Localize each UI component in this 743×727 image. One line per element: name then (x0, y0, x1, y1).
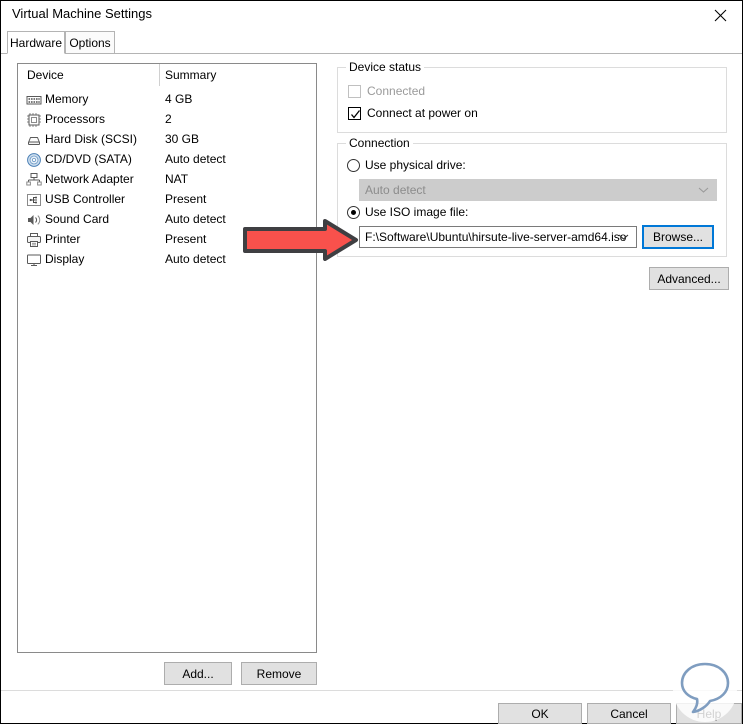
iso-path-value: F:\Software\Ubuntu\hirsute-live-server-a… (365, 230, 627, 244)
column-header-device: Device (27, 68, 64, 82)
physical-drive-select: Auto detect (359, 179, 717, 201)
device-summary: 4 GB (165, 92, 193, 106)
usb-controller-icon (26, 192, 42, 208)
table-row[interactable]: USB Controller Present (18, 190, 316, 210)
device-status-group: Device status Connected Connect at power… (337, 60, 727, 133)
checkbox-box (348, 84, 361, 98)
table-row[interactable]: Memory 4 GB (18, 90, 316, 110)
device-name: Printer (45, 232, 81, 246)
memory-icon (26, 92, 42, 108)
use-physical-drive-label: Use physical drive: (365, 158, 466, 172)
footer-separator (1, 690, 742, 691)
browse-button[interactable]: Browse... (642, 225, 714, 249)
tab-options[interactable]: Options (65, 31, 115, 54)
table-row[interactable]: Sound Card Auto detect (18, 210, 316, 230)
tab-hardware[interactable]: Hardware (7, 31, 65, 54)
table-row[interactable]: Processors 2 (18, 110, 316, 130)
tab-hardware-label: Hardware (9, 35, 63, 50)
table-row[interactable]: CD/DVD (SATA) Auto detect (18, 150, 316, 170)
connected-label: Connected (367, 84, 426, 98)
advanced-button-label: Advanced... (657, 271, 721, 286)
physical-drive-value: Auto detect (365, 183, 426, 197)
virtual-machine-settings-dialog: Virtual Machine Settings Hardware Option… (0, 0, 743, 724)
advanced-button[interactable]: Advanced... (649, 267, 729, 290)
help-button[interactable]: Help (676, 703, 742, 724)
remove-button-label: Remove (256, 666, 302, 681)
ok-button-label: OK (531, 706, 549, 721)
chevron-down-icon[interactable] (618, 234, 629, 241)
browse-button-label: Browse... (652, 230, 703, 244)
hard-disk-icon (26, 132, 42, 148)
device-summary: Auto detect (165, 152, 226, 166)
device-summary: NAT (165, 172, 189, 186)
device-name: USB Controller (45, 192, 126, 206)
remove-button[interactable]: Remove (241, 662, 317, 685)
device-name: Processors (45, 112, 106, 126)
device-status-title: Device status (346, 60, 425, 74)
printer-icon (26, 232, 42, 248)
use-physical-drive-radio[interactable]: Use physical drive: (347, 158, 466, 172)
window-title: Virtual Machine Settings (12, 6, 152, 21)
processor-icon (26, 112, 42, 128)
use-iso-image-label: Use ISO image file: (365, 205, 469, 219)
device-summary: Present (165, 192, 207, 206)
table-row[interactable]: Printer Present (18, 230, 316, 250)
device-summary: Auto detect (165, 252, 226, 266)
connection-title: Connection (346, 136, 413, 150)
add-button-label: Add... (182, 666, 214, 681)
table-row[interactable]: Display Auto detect (18, 250, 316, 270)
device-name: Hard Disk (SCSI) (45, 132, 138, 146)
device-name: Display (45, 252, 85, 266)
device-name: CD/DVD (SATA) (45, 152, 132, 166)
device-summary: Auto detect (165, 212, 226, 226)
title-bar: Virtual Machine Settings (1, 1, 742, 29)
checkbox-box (348, 106, 361, 120)
use-iso-image-radio[interactable]: Use ISO image file: (347, 205, 468, 219)
cd-dvd-icon (26, 152, 42, 168)
chevron-down-icon (698, 187, 709, 194)
table-row[interactable]: Network Adapter NAT (18, 170, 316, 190)
close-icon[interactable] (698, 1, 742, 29)
device-list-panel[interactable]: Device Summary Memory 4 GB Processors 2 … (17, 63, 317, 653)
device-name: Memory (45, 92, 89, 106)
ok-button[interactable]: OK (498, 703, 582, 724)
tab-strip: Hardware Options (1, 31, 742, 54)
cancel-button[interactable]: Cancel (587, 703, 671, 724)
radio-dot (351, 209, 356, 215)
table-row[interactable]: Hard Disk (SCSI) 30 GB (18, 130, 316, 150)
connected-checkbox: Connected (348, 84, 425, 98)
connect-at-power-on-checkbox[interactable]: Connect at power on (348, 106, 478, 120)
sound-card-icon (26, 212, 42, 228)
device-summary: 2 (165, 112, 172, 126)
device-summary: Present (165, 232, 207, 246)
tab-options-label: Options (69, 35, 111, 50)
help-button-label: Help (696, 706, 722, 721)
device-summary: 30 GB (165, 132, 200, 146)
cancel-button-label: Cancel (610, 706, 648, 721)
radio-circle (347, 158, 360, 172)
display-icon (26, 252, 42, 268)
device-name: Network Adapter (45, 172, 134, 186)
device-list-header: Device Summary (18, 64, 316, 86)
column-separator (159, 64, 160, 86)
radio-circle (347, 205, 360, 219)
add-button[interactable]: Add... (164, 662, 232, 685)
connect-at-power-on-label: Connect at power on (367, 106, 478, 120)
network-adapter-icon (26, 172, 42, 188)
device-name: Sound Card (45, 212, 110, 226)
column-header-summary: Summary (165, 68, 217, 82)
device-rows: Memory 4 GB Processors 2 Hard Disk (SCSI… (18, 90, 316, 270)
iso-path-select[interactable]: F:\Software\Ubuntu\hirsute-live-server-a… (359, 226, 637, 248)
